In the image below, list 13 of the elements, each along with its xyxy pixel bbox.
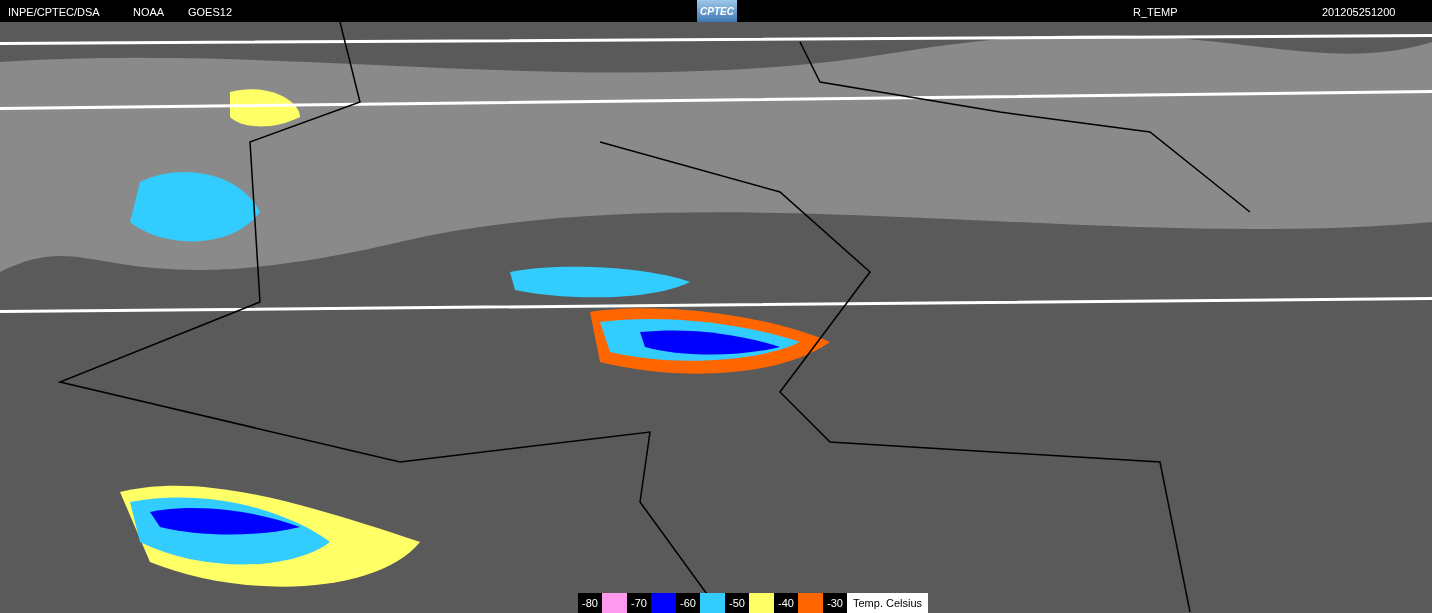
- legend-label: -50: [725, 593, 749, 613]
- satellite-label: GOES12: [188, 5, 233, 20]
- agency-label: NOAA: [133, 5, 165, 20]
- legend-unit: Temp. Celsius: [847, 593, 929, 613]
- logo: CPTEC: [697, 0, 737, 22]
- legend-label: -30: [823, 593, 847, 613]
- legend-label: -40: [774, 593, 798, 613]
- legend-label: -70: [627, 593, 651, 613]
- product-label: R_TEMP: [1133, 5, 1178, 20]
- source-label: INPE/CPTEC/DSA: [8, 5, 100, 20]
- legend-label: -60: [676, 593, 700, 613]
- legend-label: -80: [578, 593, 602, 613]
- timestamp-label: 201205251200: [1322, 5, 1396, 20]
